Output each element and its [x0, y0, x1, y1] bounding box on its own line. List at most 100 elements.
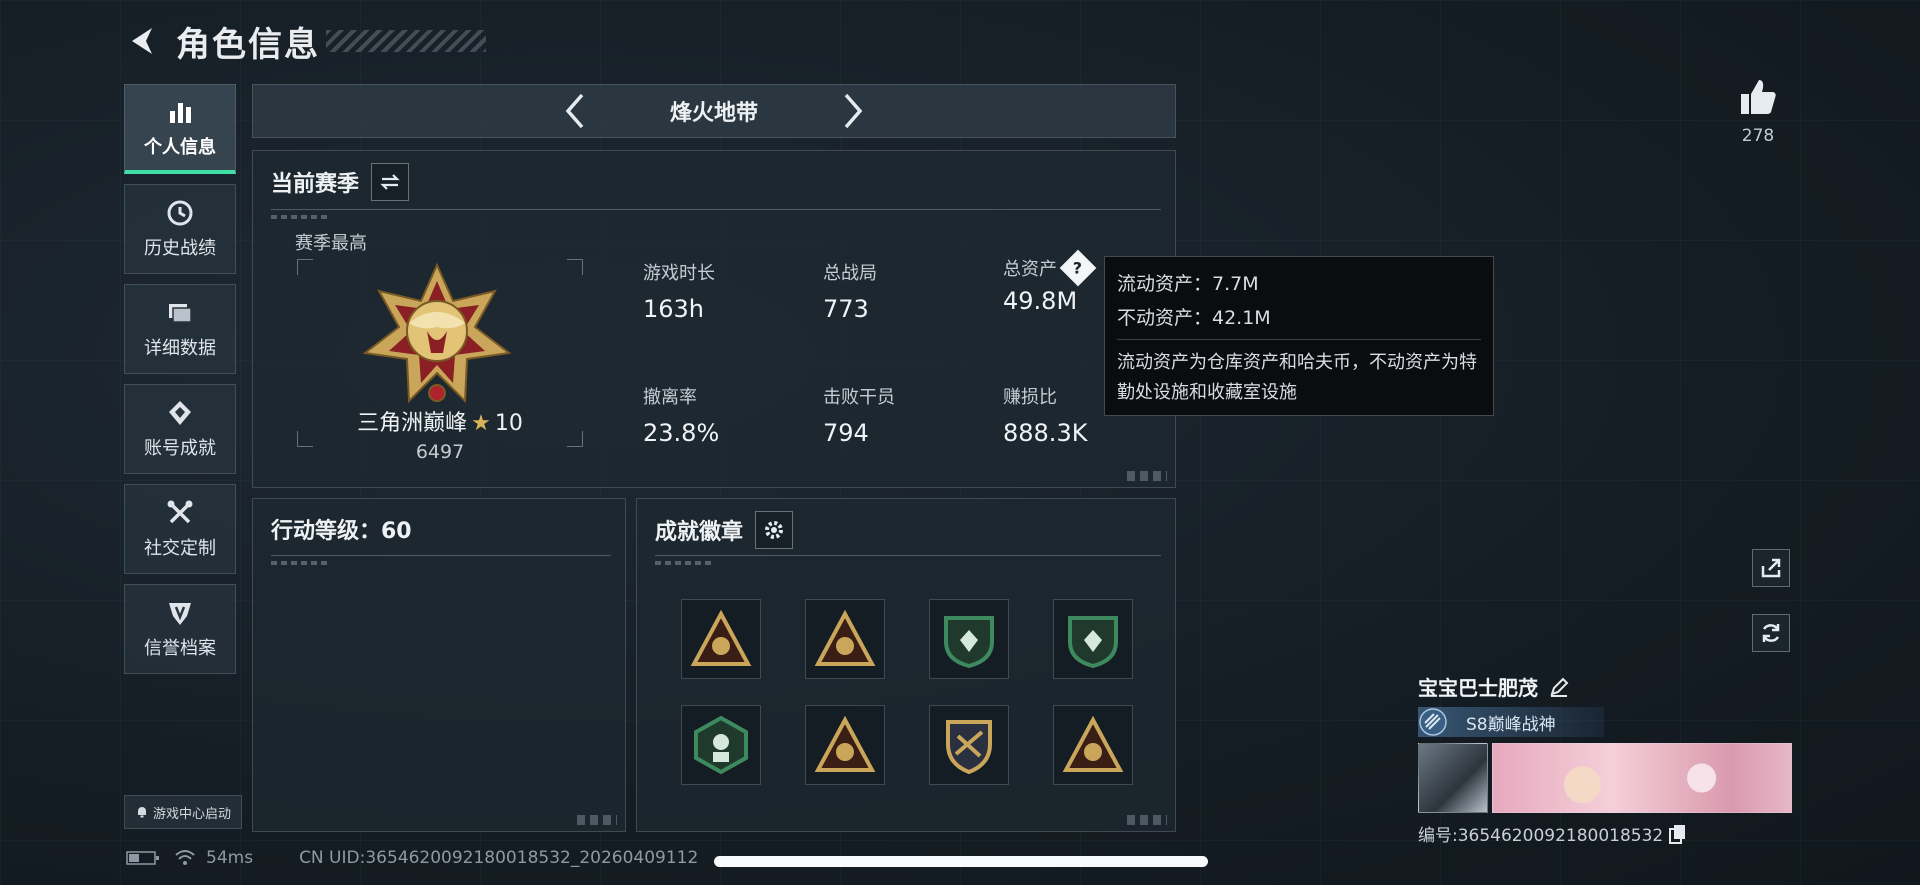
ping-value: 54ms	[206, 848, 254, 868]
folder-icon	[169, 304, 192, 323]
gear-icon	[765, 521, 784, 539]
share-button[interactable]	[1752, 549, 1790, 587]
battery-icon	[126, 851, 159, 865]
divider-decoration	[271, 561, 331, 565]
stat-label: 总战局	[823, 263, 877, 284]
uid-text: CN UID:3654620092180018532_20260409112	[299, 848, 699, 868]
badge-icon	[814, 715, 876, 772]
sidebar-item-label: 历史战绩	[144, 238, 216, 259]
mode-selector: 烽火地带	[252, 84, 1176, 138]
copy-icon[interactable]	[1669, 824, 1687, 844]
player-id-row: 编号:3654620092180018532	[1418, 821, 1798, 846]
stat-kills: 击败干员 794	[823, 383, 895, 447]
player-title: S8巅峰战神	[1466, 714, 1556, 735]
tooltip-description: 流动资产为仓库资产和哈夫币，不动资产为特勤处设施和收藏室设施	[1117, 352, 1477, 403]
rank-score: 6497	[415, 441, 465, 463]
panel-corner-decoration	[577, 815, 617, 825]
stat-label: 游戏时长	[643, 263, 715, 284]
achievement-icon	[169, 401, 191, 425]
stat-value: 794	[823, 419, 869, 447]
shield-icon	[169, 603, 191, 625]
stat-label: 总资产	[1003, 259, 1057, 280]
level-header: 行动等级：60	[271, 513, 412, 545]
rank-medal-icon	[362, 262, 512, 404]
sidebar-item-credit[interactable]: 信誉档案	[124, 584, 236, 674]
badge-icon	[946, 720, 992, 775]
sidebar-item-achievements[interactable]: 账号成就	[124, 384, 236, 474]
star-icon: ★	[471, 411, 491, 436]
player-name-row: 宝宝巴士肥茂	[1418, 672, 1798, 701]
badges-header: 成就徽章	[655, 511, 794, 549]
like-widget: 278	[1728, 76, 1788, 146]
chevron-right-icon	[844, 93, 863, 129]
edit-icon[interactable]	[1548, 676, 1570, 698]
badge-icon	[1062, 715, 1124, 772]
stat-total-assets: 总资产 ? 49.8M	[1003, 249, 1097, 315]
avatar[interactable]	[1418, 743, 1488, 813]
achievement-badges-panel: 成就徽章	[636, 498, 1176, 832]
swap-icon	[380, 174, 400, 190]
season-title: 当前赛季	[271, 172, 360, 197]
assets-tooltip: 流动资产：7.7M 不动资产：42.1M 流动资产为仓库资产和哈夫币，不动资产为…	[1104, 256, 1494, 416]
achievement-badge[interactable]	[681, 599, 761, 679]
stat-label: 赚损比	[1003, 387, 1057, 408]
achievement-badge[interactable]	[1053, 705, 1133, 785]
player-id: 编号:3654620092180018532	[1418, 826, 1664, 846]
player-name: 宝宝巴士肥茂	[1418, 676, 1538, 700]
chevron-left-icon	[565, 93, 584, 129]
achievement-badge[interactable]	[805, 705, 885, 785]
tooltip-divider	[1117, 339, 1481, 340]
next-mode-button[interactable]	[834, 91, 874, 131]
achievement-badge[interactable]	[681, 705, 761, 785]
stat-value: 23.8%	[643, 419, 720, 447]
sidebar-item-label: 账号成就	[144, 438, 216, 459]
sidebar-item-history[interactable]: 历史战绩	[124, 184, 236, 274]
action-level-panel: 行动等级：60	[252, 498, 626, 832]
tools-icon	[167, 500, 193, 524]
achievement-badge[interactable]	[1053, 599, 1133, 679]
refresh-button[interactable]	[1752, 614, 1790, 652]
stat-value: 49.8M	[1003, 287, 1078, 315]
game-center-launch-button[interactable]: 游戏中心启动	[124, 795, 242, 829]
thumbs-up-icon[interactable]	[1737, 76, 1779, 118]
game-center-label: 游戏中心启动	[152, 806, 231, 822]
profile-card-background[interactable]	[1492, 743, 1792, 813]
prev-mode-button[interactable]	[554, 91, 594, 131]
stat-value: 888.3K	[1003, 419, 1088, 447]
season-header: 当前赛季	[271, 163, 410, 201]
player-profile: 宝宝巴士肥茂 S8巅峰战神 编号:3654620092180018532	[1418, 672, 1798, 846]
action-level-title: 行动等级：60	[271, 519, 412, 544]
bell-icon	[137, 807, 146, 818]
sidebar-item-social[interactable]: 社交定制	[124, 484, 236, 574]
stat-label: 击败干员	[823, 387, 895, 408]
sidebar-item-detailed-data[interactable]: 详细数据	[124, 284, 236, 374]
stat-label: 撤离率	[643, 387, 697, 408]
refresh-icon	[1762, 624, 1780, 642]
sidebar: 个人信息 历史战绩 详细数据 账号成就 社交定制 信誉档案	[124, 84, 236, 684]
wifi-icon	[175, 850, 195, 865]
achievement-badge[interactable]	[805, 599, 885, 679]
bar-chart-icon	[170, 102, 191, 123]
stat-playtime: 游戏时长 163h	[643, 259, 715, 323]
player-banner	[1418, 743, 1798, 813]
tooltip-fixed-assets: 不动资产：42.1M	[1117, 307, 1271, 329]
achievement-badge[interactable]	[929, 599, 1009, 679]
switch-season-button[interactable]	[371, 163, 410, 201]
sidebar-item-label: 社交定制	[144, 538, 216, 559]
badge-settings-button[interactable]	[755, 511, 794, 549]
badge-icon	[814, 609, 876, 666]
badges-title: 成就徽章	[655, 520, 744, 545]
back-button[interactable]	[124, 22, 162, 60]
title-decoration	[326, 30, 486, 52]
divider	[655, 555, 1161, 556]
achievement-badge[interactable]	[929, 705, 1009, 785]
help-icon[interactable]: ?	[1059, 249, 1097, 287]
page-header: 角色信息	[124, 18, 486, 65]
like-count: 278	[1741, 126, 1775, 146]
rank-stars: 10	[494, 411, 523, 436]
tooltip-liquid-assets: 流动资产：7.7M	[1117, 273, 1259, 295]
sidebar-item-label: 详细数据	[144, 338, 216, 359]
divider	[271, 555, 611, 556]
share-icon	[1761, 558, 1781, 578]
sidebar-item-personal-info[interactable]: 个人信息	[124, 84, 236, 174]
